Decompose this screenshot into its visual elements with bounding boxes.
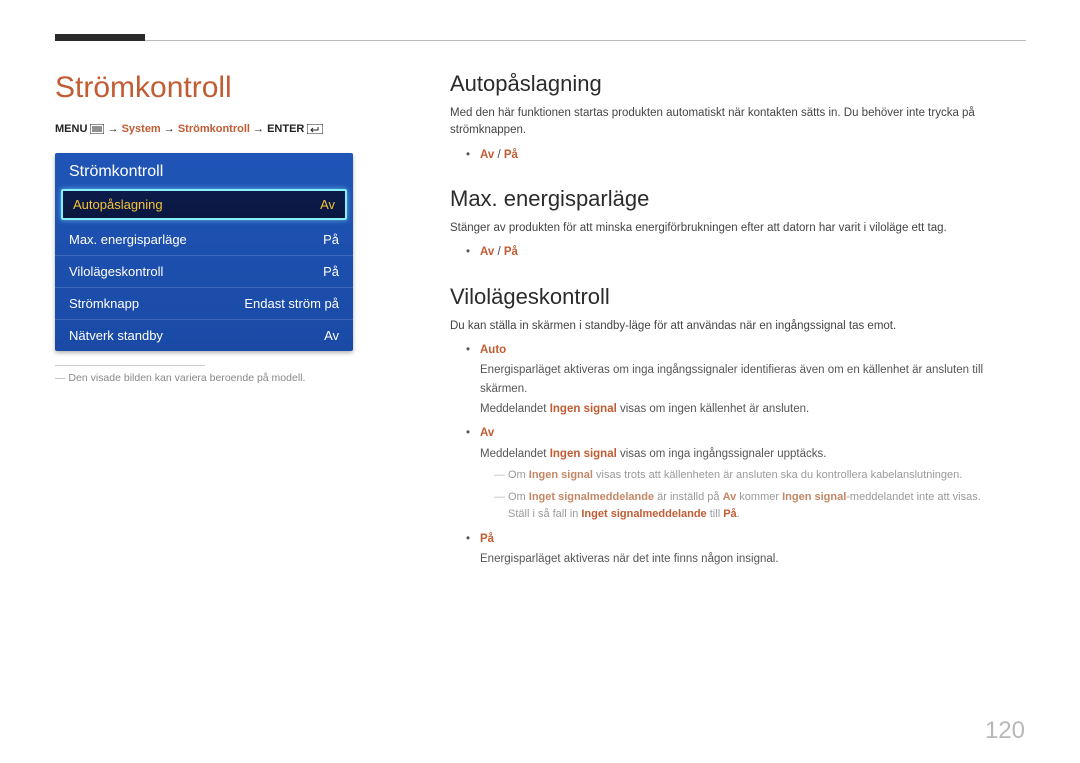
menu-row-autopaslagning[interactable]: Autopåslagning Av [61, 189, 347, 220]
menu-label: Nätverk standby [69, 328, 163, 343]
section-tab-marker [55, 34, 145, 41]
option-av: Av Meddelandet Ingen signal visas om ing… [466, 424, 1025, 524]
option-pa-desc: Energisparläget aktiveras när det inte f… [480, 550, 1025, 568]
menu-row-natverk-standby[interactable]: Nätverk standby Av [55, 320, 353, 351]
menu-value: På [323, 264, 339, 279]
note-1: Om Ingen signal visas trots att källenhe… [494, 467, 1025, 485]
caption-divider [55, 365, 205, 366]
option-auto: Auto Energisparläget aktiveras om inga i… [466, 341, 1025, 419]
menu-label: Strömknapp [69, 296, 139, 311]
section-title: Vilolägeskontroll [450, 284, 1025, 310]
note-2: Om Inget signalmeddelande är inställd på… [494, 489, 1025, 507]
page-title: Strömkontroll [55, 71, 385, 105]
section-max-energisparlage: Max. energisparläge Stänger av produkten… [450, 186, 1025, 262]
breadcrumb-stromkontroll: Strömkontroll [178, 123, 250, 135]
top-divider [93, 40, 1026, 41]
option-av-desc: Meddelandet Ingen signal visas om inga i… [480, 445, 1025, 463]
breadcrumb: MENU → System → Strömkontroll → ENTER [55, 123, 385, 135]
option-auto-desc1: Energisparläget aktiveras om inga ingång… [480, 361, 1025, 398]
menu-row-vilolageskontroll[interactable]: Vilolägeskontroll På [55, 256, 353, 287]
option-auto-desc2: Meddelandet Ingen signal visas om ingen … [480, 400, 1025, 418]
option-line: Av / På [466, 146, 1025, 164]
enter-icon [307, 124, 323, 134]
option-pa: På Energisparläget aktiveras när det int… [466, 530, 1025, 569]
menu-row-max-energisparlage[interactable]: Max. energisparläge På [55, 224, 353, 255]
menu-value: På [323, 232, 339, 247]
note-2-sub: Ställ i så fall in Inget signalmeddeland… [508, 506, 1025, 524]
page-number: 120 [985, 717, 1025, 745]
menu-icon [90, 124, 104, 134]
menu-value: Endast ström på [244, 296, 339, 311]
section-desc: Stänger av produkten för att minska ener… [450, 220, 1025, 237]
menu-label: Autopåslagning [73, 197, 163, 212]
breadcrumb-enter: ENTER [267, 123, 304, 135]
menu-label: Max. energisparläge [69, 232, 187, 247]
menu-panel: Strömkontroll Autopåslagning Av Max. ene… [55, 153, 353, 351]
menu-value: Av [324, 328, 339, 343]
section-desc: Med den här funktionen startas produkten… [450, 105, 1025, 140]
section-vilolageskontroll: Vilolägeskontroll Du kan ställa in skärm… [450, 284, 1025, 569]
section-autopaslagning: Autopåslagning Med den här funktionen st… [450, 71, 1025, 164]
section-title: Autopåslagning [450, 71, 1025, 97]
menu-row-stromknapp[interactable]: Strömknapp Endast ström på [55, 288, 353, 319]
breadcrumb-menu: MENU [55, 123, 87, 135]
section-desc: Du kan ställa in skärmen i standby-läge … [450, 318, 1025, 335]
option-line: Av / På [466, 243, 1025, 261]
image-caption: Den visade bilden kan variera beroende p… [55, 372, 385, 384]
menu-label: Vilolägeskontroll [69, 264, 163, 279]
breadcrumb-system: System [122, 123, 161, 135]
menu-panel-title: Strömkontroll [55, 153, 353, 189]
menu-value: Av [320, 197, 335, 212]
section-title: Max. energisparläge [450, 186, 1025, 212]
